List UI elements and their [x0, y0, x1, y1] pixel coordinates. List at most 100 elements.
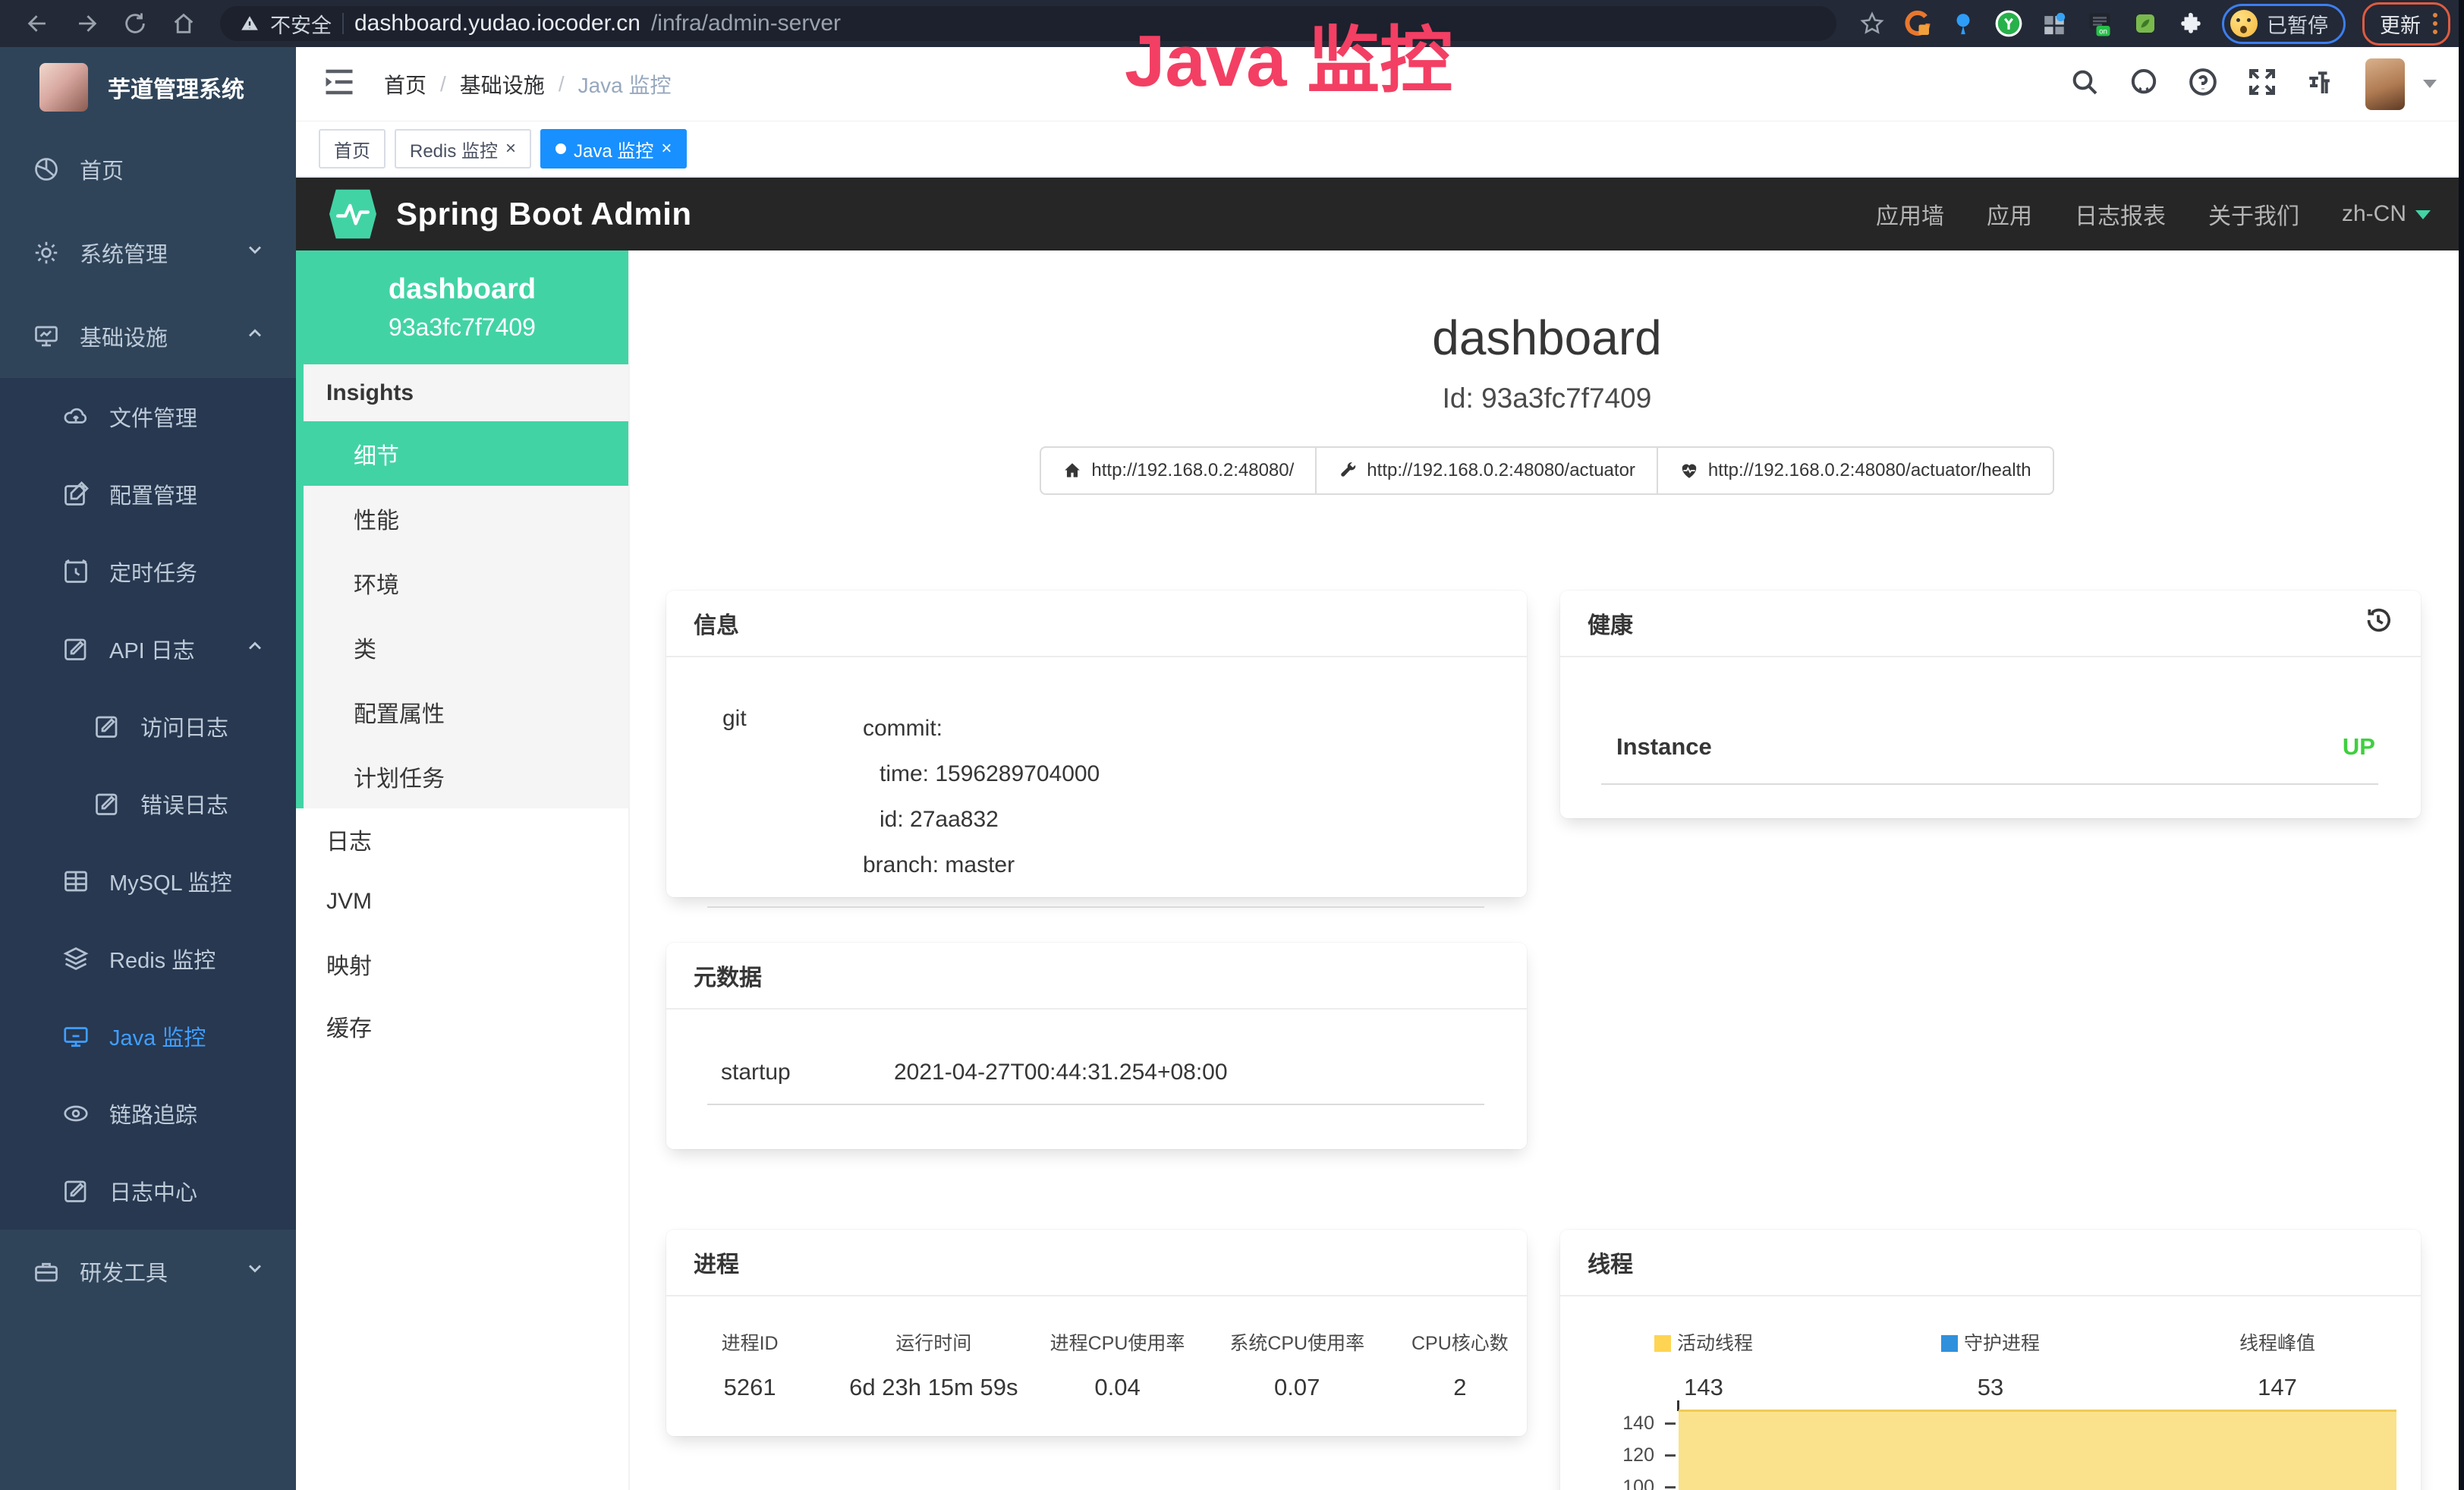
- sidebar-item-error-log[interactable]: 错误日志: [0, 765, 296, 843]
- health-history-icon[interactable]: [2363, 605, 2393, 641]
- tab-close-icon[interactable]: ×: [661, 140, 672, 158]
- layers-icon: [62, 945, 90, 972]
- instance-home-url-button[interactable]: http://192.168.0.2:48080/: [1040, 446, 1317, 495]
- git-id-line: id: 27aa832: [863, 797, 1100, 843]
- log-edit-icon: [62, 635, 90, 663]
- breadcrumb-infra[interactable]: 基础设施: [460, 69, 545, 99]
- col-header-pid: 进程ID: [666, 1328, 833, 1356]
- window-edge: [2459, 0, 2464, 1490]
- sidebar-item-access-log[interactable]: 访问日志: [0, 688, 296, 765]
- extension-icon-green-circle[interactable]: [1994, 9, 2023, 38]
- sidebar-item-home[interactable]: 首页: [0, 128, 296, 211]
- sba-sidebar-details[interactable]: 细节: [296, 421, 628, 486]
- sba-sidebar-mappings[interactable]: 映射: [296, 933, 628, 995]
- extension-icon-pin[interactable]: [1949, 9, 1978, 38]
- browser-back-button[interactable]: [20, 5, 56, 42]
- metadata-card-title: 元数据: [666, 943, 1527, 1010]
- sidebar-item-label: 研发工具: [80, 1255, 168, 1287]
- tab-label: 首页: [334, 136, 370, 162]
- sba-sidebar-environment[interactable]: 环境: [304, 550, 628, 615]
- tab-home[interactable]: 首页: [319, 129, 385, 169]
- sidebar-item-trace[interactable]: 链路追踪: [0, 1075, 296, 1152]
- user-menu-caret-icon[interactable]: [2423, 80, 2437, 88]
- url-domain: dashboard.yudao.iocoder.cn: [354, 11, 640, 36]
- sba-sidebar-scheduled-tasks[interactable]: 计划任务: [304, 744, 628, 808]
- search-icon[interactable]: [2069, 67, 2100, 101]
- browser-forward-button[interactable]: [68, 5, 105, 42]
- language-caret-icon: [2415, 210, 2431, 219]
- git-commit-line: commit:: [863, 706, 1100, 751]
- sidebar-item-java-monitor[interactable]: Java 监控: [0, 997, 296, 1075]
- extension-icon-orange[interactable]: [1903, 9, 1932, 38]
- sba-nav-wallboard[interactable]: 应用墙: [1876, 197, 1944, 231]
- value-peak-threads: 147: [2134, 1374, 2421, 1401]
- sidebar-item-file-management[interactable]: 文件管理: [0, 378, 296, 455]
- sba-sidebar-caches[interactable]: 缓存: [296, 995, 628, 1057]
- tab-redis-monitor[interactable]: Redis 监控 ×: [395, 129, 531, 169]
- browser-home-button[interactable]: [165, 5, 202, 42]
- sidebar-item-api-log[interactable]: API 日志: [0, 610, 296, 688]
- sidebar-item-scheduled-jobs[interactable]: 定时任务: [0, 533, 296, 610]
- sba-section-insights: Insights: [304, 364, 628, 421]
- extension-icon-list-on[interactable]: on: [2085, 9, 2114, 38]
- sidebar-item-config-management[interactable]: 配置管理: [0, 455, 296, 533]
- user-avatar[interactable]: [2365, 58, 2405, 110]
- instance-id: 93a3fc7f7409: [389, 313, 536, 342]
- y-tickmark: [1665, 1486, 1676, 1488]
- tab-close-icon[interactable]: ×: [505, 140, 516, 158]
- sba-nav-journal[interactable]: 日志报表: [2075, 197, 2166, 231]
- extension-icon-grid[interactable]: [2040, 9, 2069, 38]
- row-divider: [707, 1104, 1484, 1105]
- url-label: http://192.168.0.2:48080/: [1091, 460, 1294, 481]
- value-live-threads: 143: [1560, 1374, 1847, 1401]
- sba-sidebar-classes[interactable]: 类: [304, 615, 628, 679]
- sba-sidebar-config-props[interactable]: 配置属性: [304, 679, 628, 744]
- process-table-values: 5261 6d 23h 15m 59s 0.04 0.07 2: [666, 1374, 1527, 1401]
- sba-nav-applications[interactable]: 应用: [1987, 197, 2032, 231]
- y-tick-140: 140: [1581, 1413, 1654, 1435]
- sidebar-item-label: 系统管理: [80, 237, 168, 269]
- health-instance-row: Instance UP: [1560, 657, 2421, 761]
- legend-peak-threads: 线程峰值: [2134, 1328, 2421, 1356]
- sidebar-item-label: API 日志: [109, 633, 195, 665]
- sidebar-item-system[interactable]: 系统管理: [0, 211, 296, 295]
- threads-card: 线程 活动线程 守护进程 线程峰值 143 53 147: [1560, 1230, 2421, 1490]
- fullscreen-icon[interactable]: [2247, 67, 2277, 101]
- git-branch-line: branch: master: [863, 843, 1100, 888]
- browser-actions: on 已暂停 更新: [1858, 2, 2450, 46]
- sba-nav-about[interactable]: 关于我们: [2208, 197, 2299, 231]
- sidebar-item-dev-tools[interactable]: 研发工具: [0, 1230, 296, 1313]
- dashboard-icon: [33, 156, 60, 183]
- instance-health-url-button[interactable]: http://192.168.0.2:48080/actuator/health: [1657, 446, 2054, 495]
- hamburger-icon[interactable]: [323, 68, 355, 99]
- col-header-cpus: CPU核心数: [1393, 1328, 1527, 1356]
- legend-daemon-swatch: [1941, 1335, 1958, 1352]
- sidebar-item-label: 链路追踪: [109, 1098, 197, 1129]
- sba-language-selector[interactable]: zh-CN: [2342, 201, 2431, 227]
- sidebar-item-log-center[interactable]: 日志中心: [0, 1152, 296, 1230]
- value-process-cpu: 0.04: [1034, 1374, 1201, 1401]
- instance-actuator-url-button[interactable]: http://192.168.0.2:48080/actuator: [1315, 446, 1658, 495]
- sidebar-item-redis-monitor[interactable]: Redis 监控: [0, 920, 296, 997]
- extension-icon-leaf[interactable]: [2131, 9, 2160, 38]
- extensions-puzzle-icon[interactable]: [2176, 9, 2205, 38]
- url-path: /infra/admin-server: [651, 11, 841, 36]
- browser-update-button[interactable]: 更新: [2362, 2, 2450, 46]
- sba-sidebar-jvm[interactable]: JVM: [296, 871, 628, 933]
- tab-label: Redis 监控: [410, 136, 498, 162]
- security-label: 不安全: [270, 9, 332, 39]
- sidebar-item-mysql-monitor[interactable]: MySQL 监控: [0, 843, 296, 920]
- address-bar[interactable]: 不安全 dashboard.yudao.iocoder.cn /infra/ad…: [220, 6, 1836, 41]
- tab-java-monitor[interactable]: Java 监控×: [540, 129, 687, 169]
- browser-menu-icon[interactable]: [2433, 13, 2437, 34]
- sidebar-item-infra[interactable]: 基础设施: [0, 295, 296, 378]
- browser-reload-button[interactable]: [117, 5, 153, 42]
- sba-sidebar-logs[interactable]: 日志: [296, 808, 628, 871]
- breadcrumb-home[interactable]: 首页: [384, 69, 426, 99]
- github-icon[interactable]: [2129, 67, 2159, 101]
- help-icon[interactable]: [2188, 67, 2218, 101]
- sba-sidebar-metrics[interactable]: 性能: [304, 486, 628, 550]
- browser-profile-badge[interactable]: 已暂停: [2222, 4, 2346, 44]
- bookmark-star-icon[interactable]: [1858, 9, 1887, 38]
- font-size-icon[interactable]: [2306, 67, 2337, 101]
